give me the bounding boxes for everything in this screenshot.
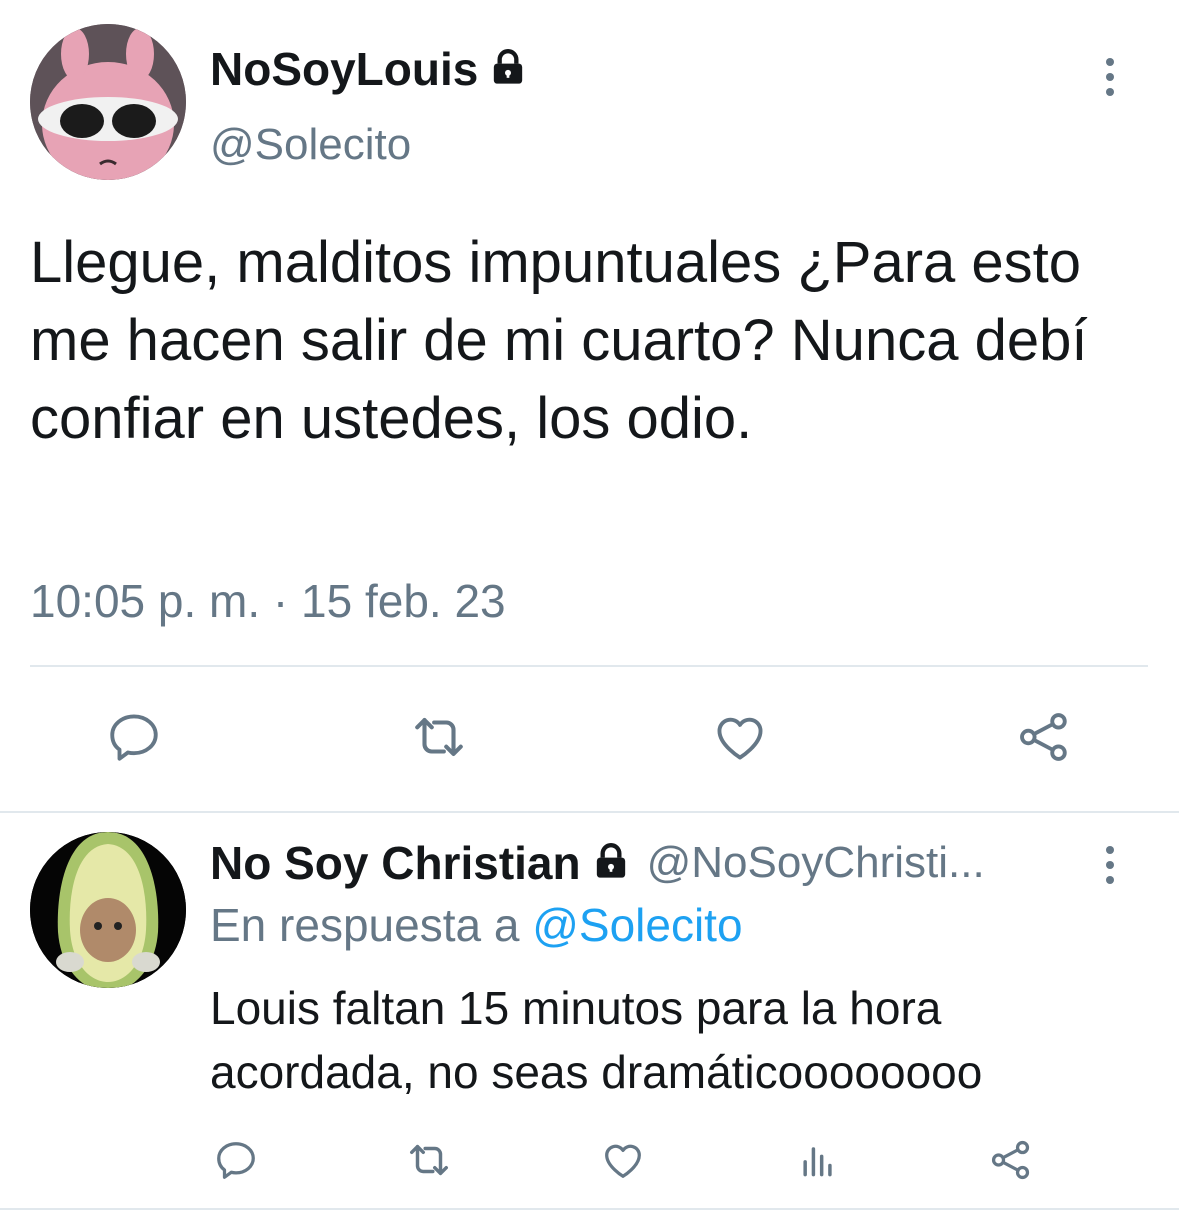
tweet-text: Llegue, malditos impuntuales ¿Para esto … xyxy=(30,230,1088,451)
reply-to-mention[interactable]: @Solecito xyxy=(532,899,742,951)
avatar-nosoychristian[interactable] xyxy=(30,832,186,988)
tweet-timestamp[interactable]: 10:05 p. m. · 15 feb. 23 xyxy=(30,574,506,628)
avocado-cat-avatar-image xyxy=(30,832,186,988)
like-icon[interactable] xyxy=(708,705,772,769)
section-divider xyxy=(0,811,1179,813)
lock-icon xyxy=(488,47,528,92)
like-icon[interactable] xyxy=(597,1134,649,1186)
reply-text: Louis faltan 15 minutos para la hora aco… xyxy=(210,982,983,1098)
divider xyxy=(30,665,1148,667)
retweet-icon[interactable] xyxy=(400,1134,458,1186)
share-icon[interactable] xyxy=(985,1134,1037,1186)
retweet-icon[interactable] xyxy=(404,705,474,769)
reply-prefix: En respuesta a xyxy=(210,899,520,951)
more-vertical-icon[interactable] xyxy=(1106,58,1114,96)
avatar-nosoylouis[interactable] xyxy=(30,24,186,180)
reply-icon[interactable] xyxy=(102,705,166,769)
reply-context: En respuesta a @Solecito xyxy=(210,898,743,952)
reply-icon[interactable] xyxy=(210,1134,262,1186)
author-handle[interactable]: @Solecito xyxy=(210,120,411,170)
reply-author-display-name[interactable]: No Soy Christian xyxy=(210,836,581,890)
more-vertical-icon[interactable] xyxy=(1106,846,1114,884)
share-icon[interactable] xyxy=(1012,705,1076,769)
author-display-name[interactable]: NoSoyLouis xyxy=(210,42,478,96)
reply-author-handle[interactable]: @NoSoyChristi... xyxy=(647,838,985,888)
lock-icon xyxy=(591,841,631,886)
analytics-icon[interactable] xyxy=(792,1134,844,1186)
bottom-divider xyxy=(0,1208,1179,1210)
pink-plush-avatar-image xyxy=(30,24,186,180)
